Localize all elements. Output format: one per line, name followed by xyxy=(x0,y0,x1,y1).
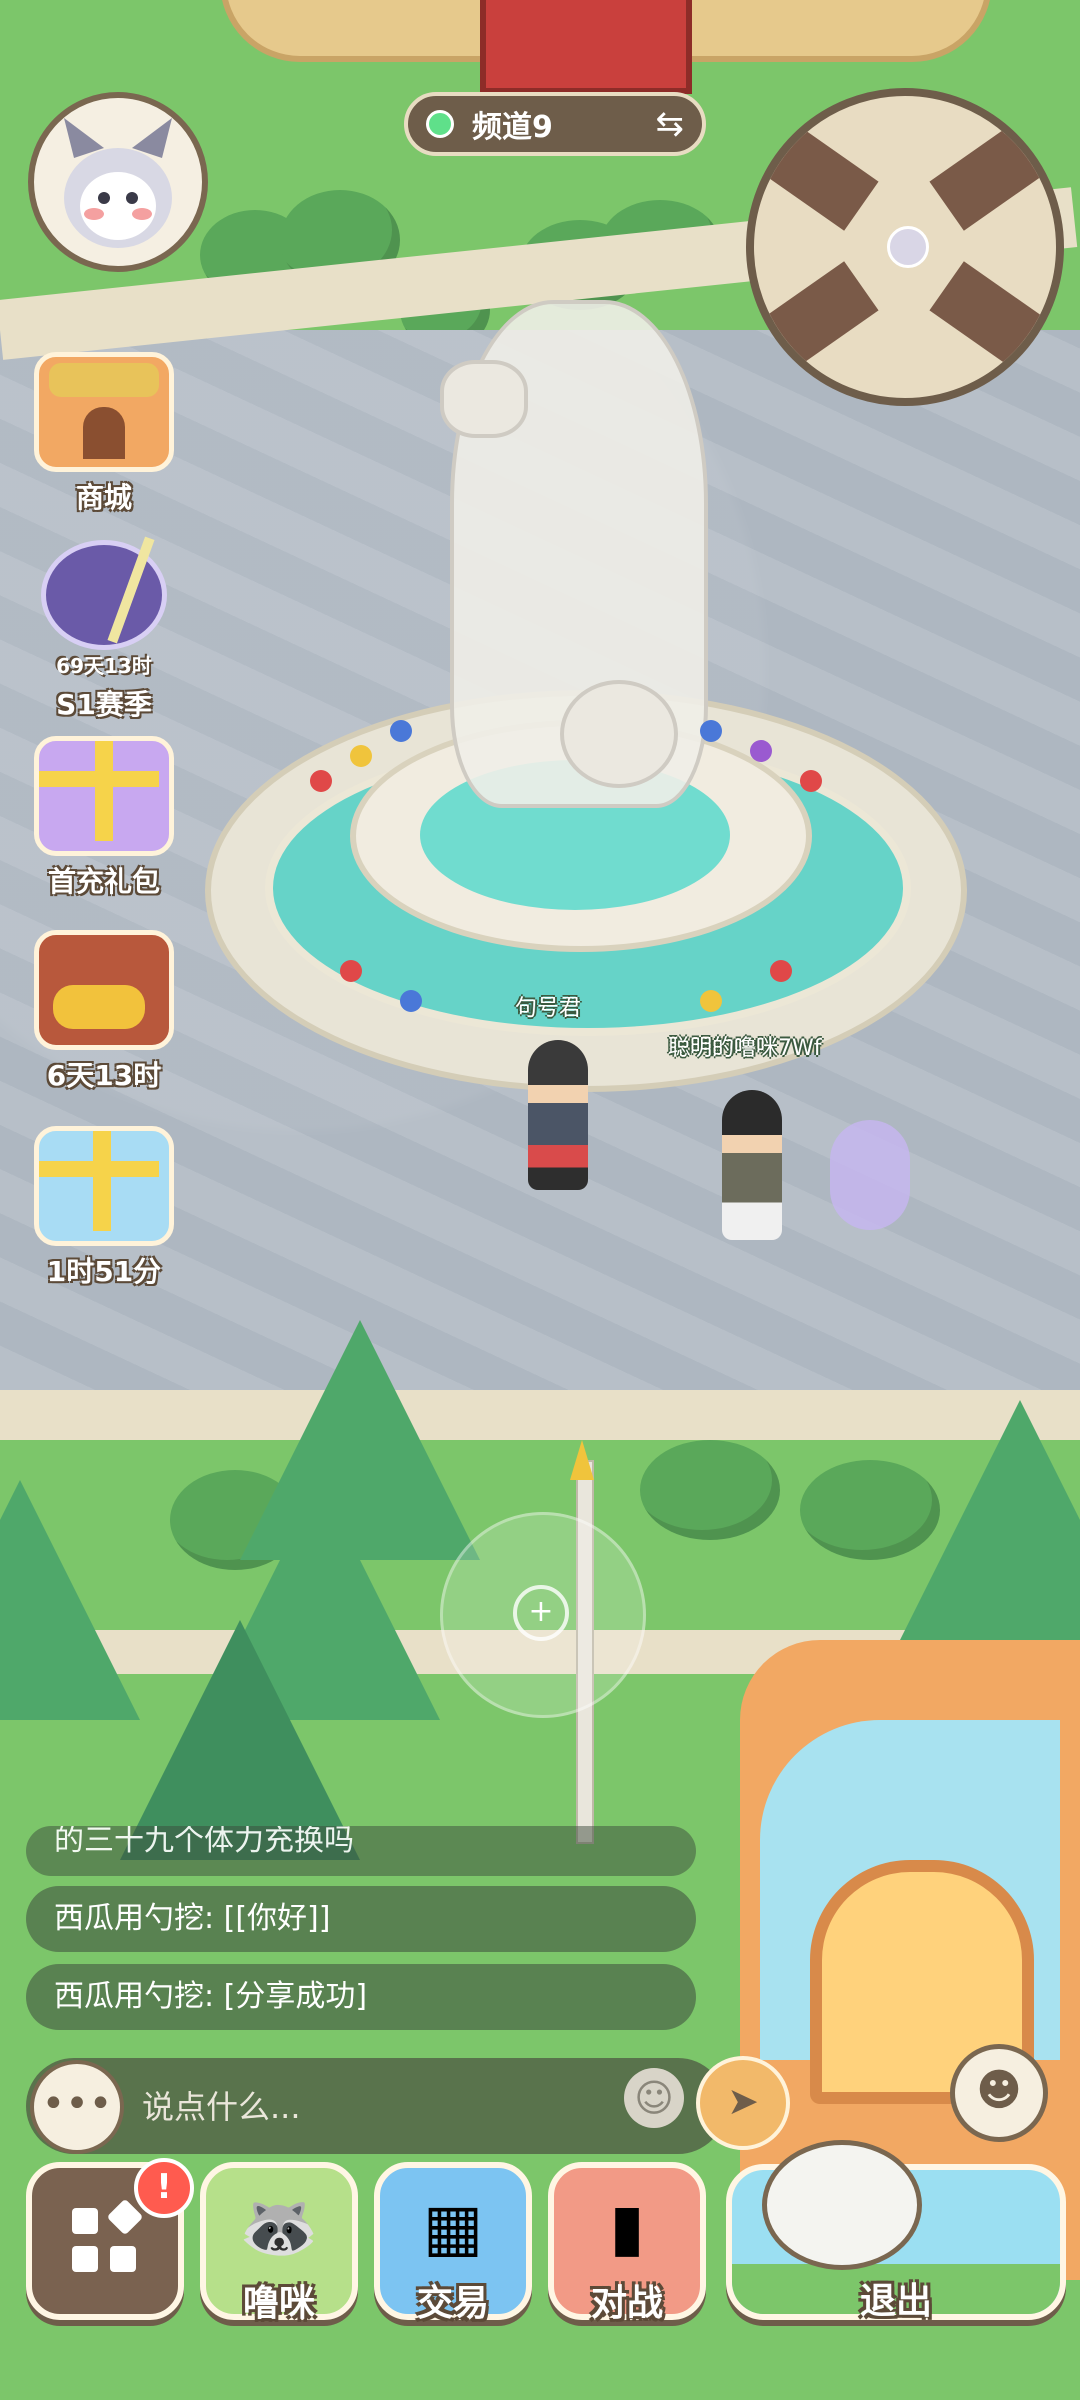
channel-selector[interactable]: 频道9 ⇆ xyxy=(404,92,706,156)
sidebar-treasure[interactable]: 6天13时 xyxy=(24,930,184,1094)
flower xyxy=(750,740,772,762)
season-icon xyxy=(41,536,167,650)
other-player-name-label: 聪明的噜咪7Wf xyxy=(668,1036,822,1061)
flower xyxy=(700,990,722,1012)
sidebar-label: 商城 xyxy=(75,481,132,514)
player-avatar[interactable] xyxy=(28,92,208,272)
chat-message: 西瓜用勺挖: [[你好]] xyxy=(26,1886,696,1952)
battle-cards-icon: ▮ xyxy=(609,2191,645,2265)
minimap-road xyxy=(754,101,879,231)
emoji-icon[interactable]: ☺ xyxy=(624,2068,684,2128)
pine-tree xyxy=(0,1480,140,1720)
flower xyxy=(700,720,722,742)
minimap-road xyxy=(929,261,1056,391)
channel-name: 频道9 xyxy=(472,110,553,145)
other-player-character[interactable] xyxy=(722,1090,782,1240)
statue-pet xyxy=(440,360,528,438)
companion-pet[interactable] xyxy=(830,1120,910,1230)
vending-machine-icon: ▦ xyxy=(422,2191,484,2265)
chat-message: 的三十九个体力充换吗 xyxy=(26,1826,696,1876)
movement-joystick[interactable]: + xyxy=(440,1512,646,1718)
flower xyxy=(390,720,412,742)
pet-label: 噜咪 xyxy=(242,2283,315,2324)
gift-icon xyxy=(34,736,174,856)
flower xyxy=(400,990,422,1012)
flower xyxy=(340,960,362,982)
pine-tree xyxy=(120,1620,360,1860)
swap-icon[interactable]: ⇆ xyxy=(656,104,685,144)
battle-button[interactable]: ▮ 对战 xyxy=(548,2162,706,2324)
crosshair-icon[interactable]: + xyxy=(513,1585,569,1641)
notification-badge: ! xyxy=(134,2158,194,2218)
flower xyxy=(310,770,332,792)
emote-action-icon[interactable]: ☻ xyxy=(950,2044,1048,2142)
minimap[interactable] xyxy=(746,88,1064,406)
sidebar-label: 6天13时 xyxy=(46,1059,162,1092)
battle-label: 对战 xyxy=(590,2283,663,2324)
minimap-road xyxy=(754,261,879,391)
exit-label: 退出 xyxy=(859,2281,932,2322)
treasure-chest-icon xyxy=(34,930,174,1050)
trade-button[interactable]: ▦ 交易 xyxy=(374,2162,532,2324)
bush xyxy=(640,1440,780,1540)
chat-input[interactable]: 说点什么... xyxy=(142,2082,301,2128)
trade-label: 交易 xyxy=(416,2283,489,2324)
exit-button[interactable]: 退出 xyxy=(726,2140,1066,2322)
statue-creature xyxy=(560,680,678,788)
flower xyxy=(770,960,792,982)
minimap-player-marker xyxy=(887,226,929,268)
red-carpet xyxy=(480,0,692,94)
mascot-icon xyxy=(762,2140,922,2270)
chat-input-bar[interactable] xyxy=(26,2058,726,2154)
sidebar-shop[interactable]: 商城 xyxy=(24,352,184,516)
player-character[interactable] xyxy=(528,1040,588,1190)
chat-message: 西瓜用勺挖: [分享成功] xyxy=(26,1964,696,2030)
sidebar-label: S1赛季 xyxy=(56,688,152,721)
season-timer: 69天13时 xyxy=(56,654,152,678)
send-icon[interactable]: ➤ xyxy=(696,2056,790,2150)
player-name-label: 句号君 xyxy=(515,996,582,1021)
pet-icon: 🦝 xyxy=(239,2191,319,2265)
pet-button[interactable]: 🦝 噜咪 xyxy=(200,2162,358,2324)
sidebar-first-recharge[interactable]: 首充礼包 xyxy=(24,736,184,900)
channel-status-dot xyxy=(426,110,454,138)
sidebar-label: 1时51分 xyxy=(46,1255,162,1288)
shop-icon xyxy=(34,352,174,472)
flower xyxy=(800,770,822,792)
flower xyxy=(350,745,372,767)
pine-tree xyxy=(900,1400,1080,1640)
sidebar-season[interactable]: 69天13时 S1赛季 xyxy=(24,536,184,723)
more-options-icon[interactable]: ••• xyxy=(30,2060,124,2154)
avatar-portrait-icon xyxy=(64,118,172,248)
sidebar-label: 首充礼包 xyxy=(47,865,160,898)
gift-box-icon xyxy=(34,1126,174,1246)
sidebar-timed-gift[interactable]: 1时51分 xyxy=(24,1126,184,1290)
minimap-road xyxy=(929,101,1056,231)
